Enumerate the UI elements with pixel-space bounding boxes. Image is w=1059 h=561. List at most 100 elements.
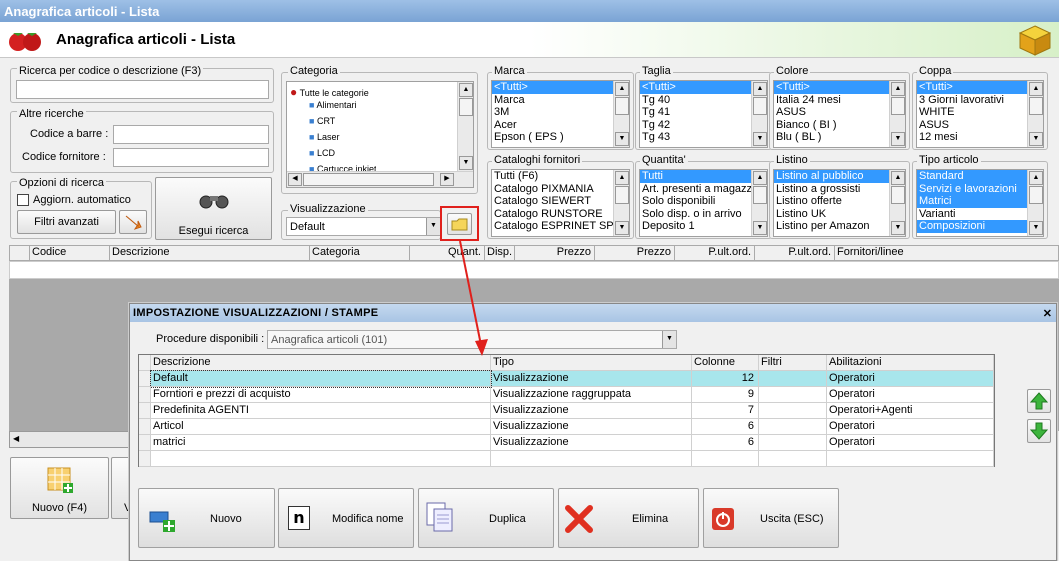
chevron-down-icon[interactable]: ▼ — [426, 218, 440, 235]
list-item[interactable]: 3M — [492, 106, 613, 119]
list-item[interactable]: Tg 43 — [640, 131, 751, 144]
table-row[interactable]: Forntiori e prezzi di acquisto Visualizza… — [139, 387, 994, 403]
cell-tipo[interactable]: Visualizzazione — [491, 435, 692, 451]
cell-filtri[interactable] — [759, 403, 827, 419]
list-item[interactable]: Varianti — [917, 208, 1027, 221]
vscroll[interactable]: ▲ ▼ — [751, 81, 767, 147]
vscroll[interactable]: ▲ ▼ — [613, 81, 629, 147]
column-header[interactable]: Descrizione — [151, 355, 491, 371]
filter-marca-list[interactable]: <Tutti> Marca 3M Acer Epson ( EPS ) ▲ ▼ — [491, 80, 630, 148]
list-item[interactable]: Listino a grossisti — [774, 183, 889, 196]
column-header[interactable]: Tipo — [491, 355, 692, 371]
list-item[interactable]: Catalogo ESPRINET SPA — [492, 220, 613, 233]
chevron-down-icon[interactable]: ▼ — [662, 331, 676, 348]
filter-coppa-list[interactable]: <Tutti> 3 Giorni lavorativi WHITE ASUS 12 me… — [916, 80, 1044, 148]
list-item[interactable]: Composizioni — [917, 220, 1027, 233]
category-tree[interactable]: ● Tutte le categorie ■ Alimentari ■ CRT … — [286, 81, 474, 188]
vscroll[interactable]: ▲ ▼ — [889, 81, 905, 147]
filter-arrow-button[interactable] — [119, 210, 147, 234]
list-item[interactable]: Listino al pubblico — [774, 170, 889, 183]
dialog-new-button[interactable]: Nuovo — [138, 488, 275, 548]
list-item[interactable]: <Tutti> — [917, 81, 1027, 94]
auto-update-checkbox[interactable] — [17, 194, 29, 206]
row-selector[interactable] — [139, 403, 151, 419]
column-header[interactable]: Prezzo — [595, 246, 675, 260]
vscroll[interactable]: ▲ ▼ — [889, 170, 905, 236]
category-item[interactable]: ■ LCD — [309, 148, 335, 158]
list-item[interactable]: Servizi e lavorazioni — [917, 182, 1027, 195]
list-item[interactable]: Listino per Amazon — [774, 220, 889, 233]
filter-colore-list[interactable]: <Tutti> Italia 24 mesi ASUS Bianco ( BI ) Bl… — [773, 80, 906, 148]
row-selector[interactable] — [139, 419, 151, 435]
exit-button[interactable]: Uscita (ESC) — [703, 488, 839, 548]
filter-tipo-list[interactable]: Standard Servizi e lavorazioni Matrici Vari… — [916, 169, 1044, 237]
list-item[interactable]: Tutti — [640, 170, 751, 183]
list-item[interactable]: Marca — [492, 94, 613, 107]
list-item[interactable]: Listino offerte — [774, 195, 889, 208]
advanced-filters-button[interactable]: Filtri avanzati — [17, 210, 116, 234]
column-header[interactable]: Filtri — [759, 355, 827, 371]
delete-button[interactable]: Elimina — [558, 488, 699, 548]
row-selector[interactable] — [139, 371, 151, 387]
cell-tipo[interactable]: Visualizzazione — [491, 419, 692, 435]
filter-listino-list[interactable]: Listino al pubblico Listino a grossisti Li… — [773, 169, 906, 237]
list-item[interactable]: <Tutti> — [492, 81, 613, 94]
column-header[interactable]: Colonne — [692, 355, 759, 371]
cell-tipo[interactable]: Visualizzazione — [491, 371, 692, 387]
list-item[interactable]: <Tutti> — [774, 81, 889, 94]
list-item[interactable]: Tg 41 — [640, 106, 751, 119]
list-item[interactable]: 12 mesi — [917, 131, 1027, 144]
list-item[interactable]: Solo disponibili — [640, 195, 751, 208]
cell-filtri[interactable] — [759, 435, 827, 451]
column-header[interactable]: Codice — [30, 246, 110, 260]
column-header[interactable]: P.ult.ord. — [675, 246, 755, 260]
cell-abilitazioni[interactable]: Operatori — [827, 387, 994, 403]
package-icon[interactable] — [1018, 24, 1052, 56]
new-item-button[interactable]: Nuovo (F4) — [10, 457, 109, 519]
column-header[interactable]: Disp. — [485, 246, 515, 260]
table-row[interactable]: Predefinita AGENTI Visualizzazione 7 Operat… — [139, 403, 994, 419]
column-header[interactable]: Quant. — [410, 246, 485, 260]
list-item[interactable]: Solo disp. o in arrivo — [640, 208, 751, 221]
list-item[interactable]: Tutti (F6) — [492, 170, 613, 183]
list-item[interactable]: Italia 24 mesi — [774, 94, 889, 107]
vscroll[interactable]: ▲ ▼ — [613, 170, 629, 236]
cell-filtri[interactable] — [759, 371, 827, 387]
list-item[interactable]: Listino UK — [774, 208, 889, 221]
category-item[interactable]: ■ CRT — [309, 116, 335, 126]
column-header[interactable]: Fornitori/linee — [835, 246, 1059, 260]
cell-descrizione[interactable]: Default — [150, 370, 492, 388]
barcode-input[interactable] — [113, 125, 269, 144]
vscroll[interactable]: ▲ ▼ — [751, 170, 767, 236]
list-item[interactable]: Blu ( BL ) — [774, 131, 889, 144]
search-code-input[interactable] — [16, 80, 269, 99]
list-item[interactable]: Tg 42 — [640, 119, 751, 132]
cell-tipo[interactable]: Visualizzazione — [491, 403, 692, 419]
list-item[interactable]: ASUS — [774, 106, 889, 119]
duplicate-button[interactable]: Duplica — [418, 488, 554, 548]
column-header[interactable]: Prezzo — [515, 246, 595, 260]
list-item[interactable]: WHITE — [917, 106, 1027, 119]
list-item[interactable]: Standard — [917, 170, 1027, 183]
list-item[interactable]: ASUS — [917, 119, 1027, 132]
view-select[interactable]: Default ▼ — [286, 217, 441, 236]
column-header[interactable]: P.ult.ord. — [755, 246, 835, 260]
cell-abilitazioni[interactable]: Operatori+Agenti — [827, 403, 994, 419]
filter-taglia-list[interactable]: <Tutti> Tg 40 Tg 41 Tg 42 Tg 43 ▲ ▼ — [639, 80, 768, 148]
cell-descrizione[interactable]: matrici — [151, 435, 491, 451]
partial-button[interactable]: V — [111, 457, 131, 519]
close-icon[interactable]: ✕ — [1043, 307, 1052, 320]
list-item[interactable]: Bianco ( BI ) — [774, 119, 889, 132]
list-item[interactable]: 3 Giorni lavorativi — [917, 94, 1027, 107]
list-item[interactable]: Catalogo RUNSTORE — [492, 208, 613, 221]
list-item[interactable]: Tg 40 — [640, 94, 751, 107]
cell-colonne[interactable]: 12 — [692, 371, 759, 387]
category-hscroll[interactable]: ◀ ▶ — [287, 171, 473, 187]
list-item[interactable]: Catalogo PIXMANIA — [492, 183, 613, 196]
cell-abilitazioni[interactable]: Operatori — [827, 419, 994, 435]
list-item[interactable]: Matrici — [917, 195, 1027, 208]
list-item[interactable]: <Tutti> — [640, 81, 751, 94]
procedure-select[interactable]: Anagrafica articoli (101) ▼ — [267, 330, 677, 349]
column-header[interactable]: Descrizione — [110, 246, 310, 260]
open-view-settings-button[interactable] — [447, 213, 472, 235]
